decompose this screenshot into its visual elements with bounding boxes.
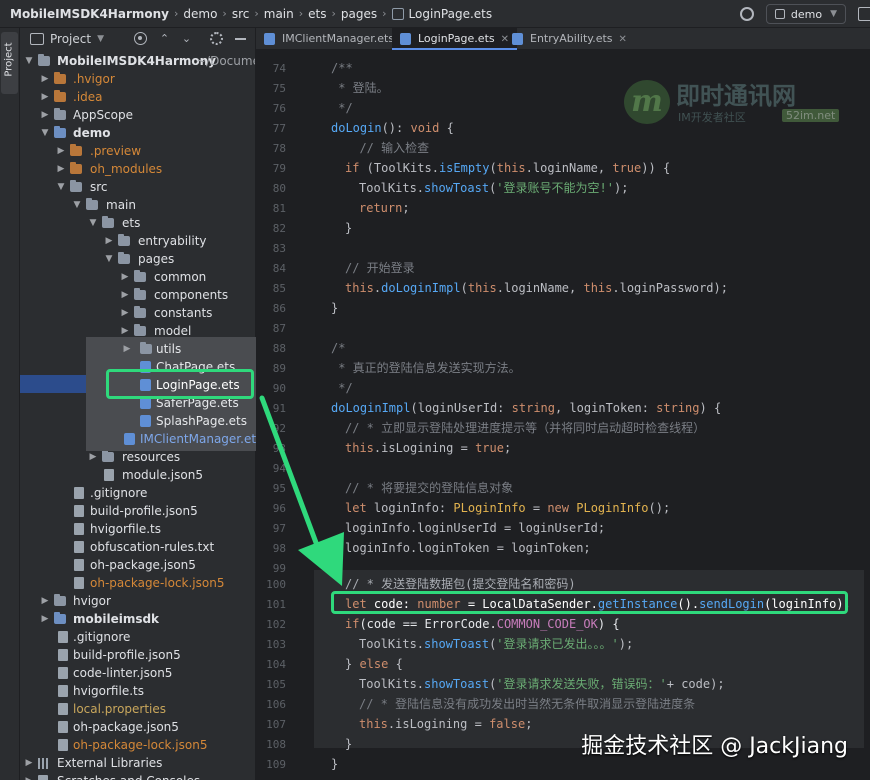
watermark-title: 即时通讯网 — [676, 82, 796, 110]
watermark-logo: m — [624, 80, 670, 124]
credit-watermark: 掘金技术社区 @ JackJiang — [581, 734, 848, 759]
watermark: m 即时通讯网 IM开发者社区 52im.net — [624, 76, 854, 128]
watermark-badge: 52im.net — [782, 109, 840, 122]
watermark-subtitle: IM开发者社区 — [678, 111, 746, 124]
